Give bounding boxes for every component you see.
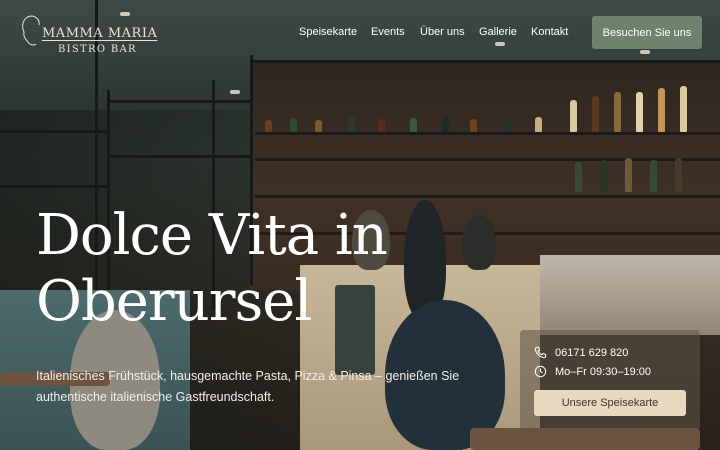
headline-line-2: Oberursel (36, 269, 312, 334)
nav-item-speisekarte[interactable]: Speisekarte (299, 26, 357, 38)
phone-row[interactable]: 06171 629 820 (534, 346, 628, 359)
display-case (540, 255, 720, 335)
opening-hours: Mo–Fr 09:30–19:00 (555, 365, 652, 378)
tagline-line-1: Italienisches Frühstück, hausgemachte Pa… (36, 369, 460, 383)
phone-number: 06171 629 820 (555, 346, 629, 359)
brand-logo[interactable]: MAMMA MARIA BISTRO BAR (18, 14, 157, 58)
visit-us-button[interactable]: Besuchen Sie uns (592, 16, 702, 49)
clock-icon (534, 365, 547, 378)
brand-name: MAMMA MARIA (42, 26, 158, 41)
nav-item-ueber-uns[interactable]: Über uns (420, 26, 465, 38)
hours-row: Mo–Fr 09:30–19:00 (534, 365, 651, 378)
hero-tagline: Italienisches Frühstück, hausgemachte Pa… (36, 366, 466, 408)
tagline-line-2: authentische italienische Gastfreundscha… (36, 390, 275, 404)
headline-line-1: Dolce Vita in (36, 203, 388, 268)
nav-item-kontakt[interactable]: Kontakt (531, 26, 568, 38)
face-profile-icon (22, 15, 40, 46)
brand-subtitle: BISTRO BAR (58, 44, 137, 55)
hero-headline: Dolce Vita in Oberursel (36, 203, 456, 335)
our-menu-button[interactable]: Unsere Speisekarte (534, 390, 686, 416)
nav-item-events[interactable]: Events (371, 26, 405, 38)
nav-item-gallerie[interactable]: Gallerie (479, 26, 517, 38)
phone-icon (534, 346, 547, 359)
